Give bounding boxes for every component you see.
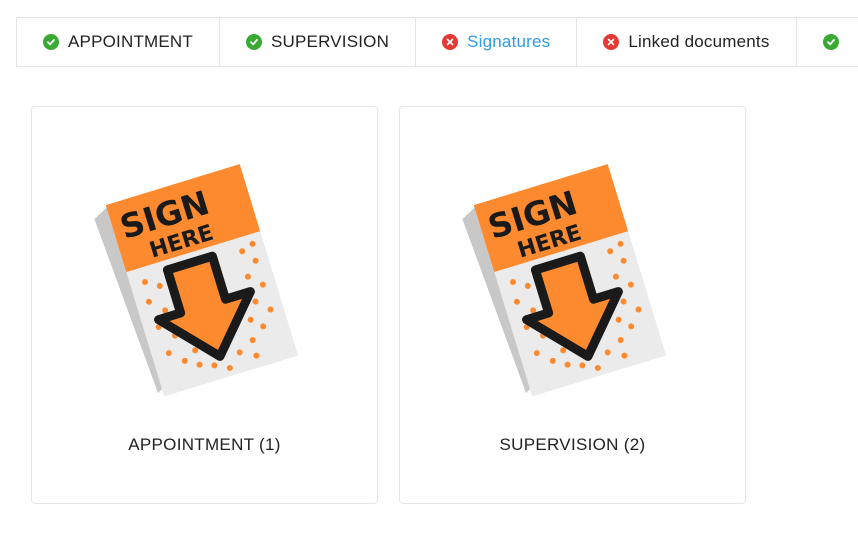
tab-appointment[interactable]: APPOINTMENT — [17, 18, 220, 66]
signature-card-supervision[interactable]: SIGN HERE SUPERVISION (2) — [399, 106, 746, 504]
tab-label: SUPERVISION — [271, 32, 390, 51]
card-label: SUPERVISION (2) — [499, 435, 646, 454]
card-label: APPOINTMENT (1) — [128, 435, 281, 454]
tab-supervision[interactable]: SUPERVISION — [220, 18, 417, 66]
check-circle-icon — [43, 34, 59, 50]
tab-label: Linked documents — [628, 32, 770, 51]
tab-linked-documents[interactable]: Linked documents — [577, 18, 797, 66]
x-circle-icon — [442, 34, 459, 50]
x-circle-icon — [603, 34, 620, 50]
tab-label: APPOINTMENT — [68, 32, 193, 51]
sign-here-document-icon: SIGN HERE — [94, 164, 299, 397]
tab-label: Signatures — [467, 32, 551, 51]
tab-signatures[interactable]: Signatures — [416, 18, 578, 66]
sign-here-document-icon: SIGN HERE — [462, 164, 667, 397]
signature-card-appointment[interactable]: SIGN HERE APPOINTMENT (1) — [31, 106, 378, 504]
check-circle-icon — [246, 34, 262, 50]
tab-more[interactable] — [797, 18, 858, 66]
check-circle-icon — [822, 34, 839, 50]
section-tabs: APPOINTMENT SUPERVISION Signatures Linke… — [16, 17, 858, 67]
